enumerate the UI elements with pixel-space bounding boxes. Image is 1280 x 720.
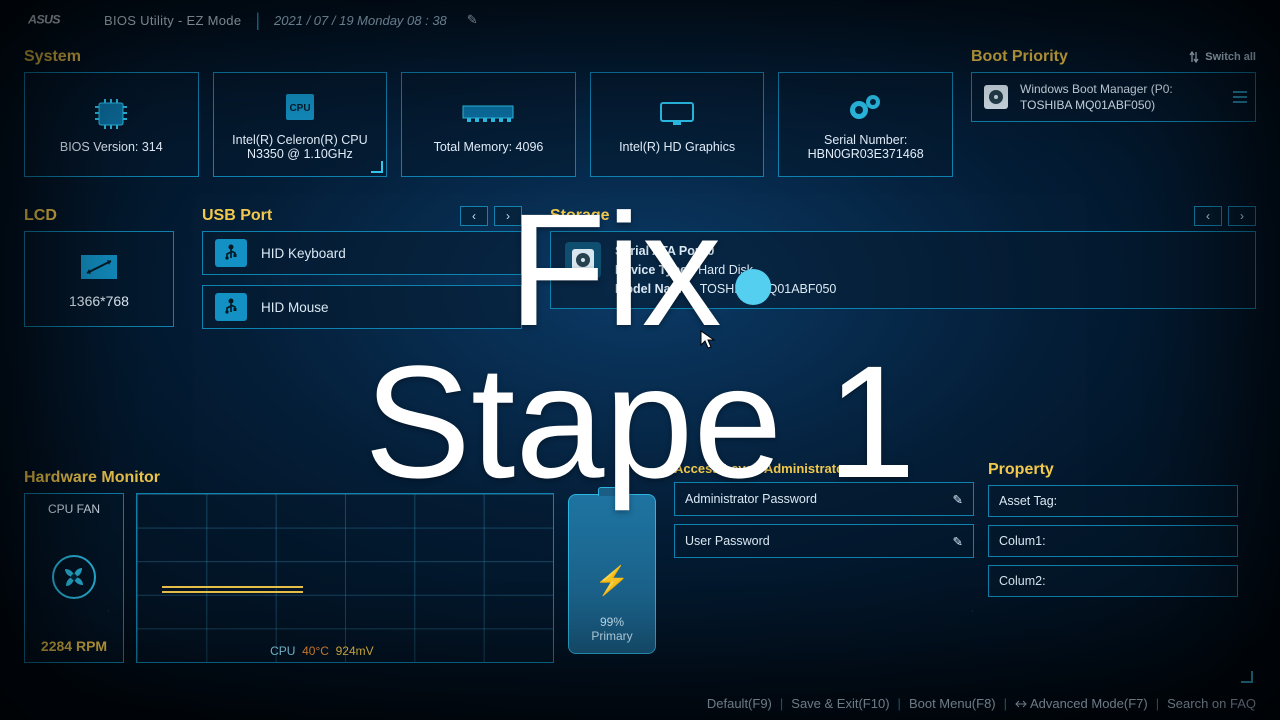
usb-item[interactable]: HID Mouse [202, 285, 522, 329]
colum1-row[interactable]: Colum1: [988, 525, 1238, 557]
cpu-fan-title: CPU FAN [48, 502, 100, 516]
switch-all-button[interactable]: Switch all [1189, 51, 1256, 63]
switch-icon [1189, 51, 1199, 63]
tile-lcd[interactable]: 1366*768 [24, 231, 174, 327]
usb-prev-button[interactable]: ‹ [460, 206, 488, 226]
drag-handle-icon[interactable] [1233, 91, 1247, 103]
footer-save-exit[interactable]: Save & Exit(F10) [791, 696, 889, 711]
cpu-icon: CPU [280, 89, 320, 125]
storage-next-button[interactable]: › [1228, 206, 1256, 226]
tile-bios[interactable]: BIOS Version: 314 [24, 72, 199, 177]
usb-item-label: HID Keyboard [261, 246, 346, 261]
battery-icon: ⚡ 99% Primary [568, 494, 656, 654]
display-icon [657, 96, 697, 132]
tile-serial[interactable]: Serial Number: HBN0GR03E371468 [778, 72, 953, 177]
usb-item[interactable]: HID Keyboard [202, 231, 522, 275]
usb-icon [215, 239, 247, 267]
cpu-fan-box[interactable]: CPU FAN 2284 RPM [24, 493, 124, 663]
asset-tag-row[interactable]: Asset Tag: [988, 485, 1238, 517]
bolt-icon: ⚡ [595, 564, 630, 597]
admin-password-row[interactable]: Administrator Password ✎ [674, 482, 974, 516]
storage-item[interactable]: Serial ATA Port 0 Device Type: Hard Disk… [550, 231, 1256, 309]
monitor-graph: CPU 40°C 924mV [136, 493, 554, 663]
footer-faq[interactable]: Search on FAQ [1167, 696, 1256, 711]
tile-gpu[interactable]: Intel(R) HD Graphics [590, 72, 765, 177]
system-tiles: BIOS Version: 314 CPU Intel(R) Celeron(R… [24, 72, 953, 177]
hw-heading: Hardware Monitor [24, 469, 554, 487]
usb-item-label: HID Mouse [261, 300, 329, 315]
storage-heading: Storage [550, 207, 610, 225]
access-heading: Access Level: Administrator [674, 461, 974, 476]
svg-text:CPU: CPU [289, 103, 310, 114]
hdd-icon [982, 83, 1010, 111]
bios-title: BIOS Utility - EZ Mode [104, 13, 241, 28]
property-heading: Property [988, 461, 1238, 479]
ram-icon [461, 96, 515, 132]
hdd-icon [565, 242, 601, 278]
lcd-res: 1366*768 [69, 293, 129, 309]
footer-boot-menu[interactable]: Boot Menu(F8) [909, 696, 996, 711]
pencil-icon[interactable]: ✎ [953, 492, 963, 507]
edit-time-icon[interactable]: ✎ [467, 12, 478, 28]
footer-advanced[interactable]: Advanced Mode(F7) [1015, 696, 1148, 711]
bios-footer: Default(F9)| Save & Exit(F10)| Boot Menu… [0, 686, 1280, 720]
tile-cpu-label: Intel(R) Celeron(R) CPU N3350 @ 1.10GHz [220, 133, 381, 161]
usb-icon [215, 293, 247, 321]
battery-panel: ⚡ 99% Primary [568, 461, 660, 686]
storage-prev-button[interactable]: ‹ [1194, 206, 1222, 226]
tile-cpu[interactable]: CPU Intel(R) Celeron(R) CPU N3350 @ 1.10… [213, 72, 388, 177]
usb-next-button[interactable]: › [494, 206, 522, 226]
tile-memory[interactable]: Total Memory: 4096 [401, 72, 576, 177]
lcd-icon [77, 249, 121, 285]
battery-pct: 99% [600, 615, 624, 629]
tile-gpu-label: Intel(R) HD Graphics [619, 140, 735, 154]
fan-icon [52, 555, 96, 599]
pencil-icon[interactable]: ✎ [953, 534, 963, 549]
boot-item[interactable]: Windows Boot Manager (P0: TOSHIBA MQ01AB… [971, 72, 1256, 122]
chip-icon [91, 96, 131, 132]
cursor-icon [700, 330, 716, 350]
lcd-heading: LCD [24, 207, 174, 225]
cpu-fan-rpm: 2284 RPM [41, 638, 107, 654]
adv-icon [1015, 699, 1027, 709]
system-heading: System [24, 48, 953, 66]
separator: | [255, 11, 260, 29]
colum2-row[interactable]: Colum2: [988, 565, 1238, 597]
svg-text:ASUS: ASUS [28, 13, 61, 27]
graph-readout: CPU 40°C 924mV [270, 644, 374, 658]
tile-bios-label: BIOS Version: 314 [60, 140, 163, 154]
gear-icon [845, 89, 887, 125]
usb-heading: USB Port [202, 207, 272, 225]
bios-datetime: 2021 / 07 / 19 Monday 08 : 38 [274, 13, 447, 28]
asus-logo: ASUS [28, 10, 90, 30]
user-password-row[interactable]: User Password ✎ [674, 524, 974, 558]
storage-meta: Serial ATA Port 0 Device Type: Hard Disk… [615, 242, 836, 298]
battery-label: Primary [591, 629, 632, 643]
bios-header: ASUS BIOS Utility - EZ Mode | 2021 / 07 … [0, 0, 1280, 40]
boot-heading: Boot Priority [971, 48, 1068, 66]
footer-default[interactable]: Default(F9) [707, 696, 772, 711]
boot-item-text: Windows Boot Manager (P0: TOSHIBA MQ01AB… [1020, 81, 1173, 113]
tile-serial-label: Serial Number: HBN0GR03E371468 [785, 133, 946, 161]
tile-memory-label: Total Memory: 4096 [434, 140, 544, 154]
